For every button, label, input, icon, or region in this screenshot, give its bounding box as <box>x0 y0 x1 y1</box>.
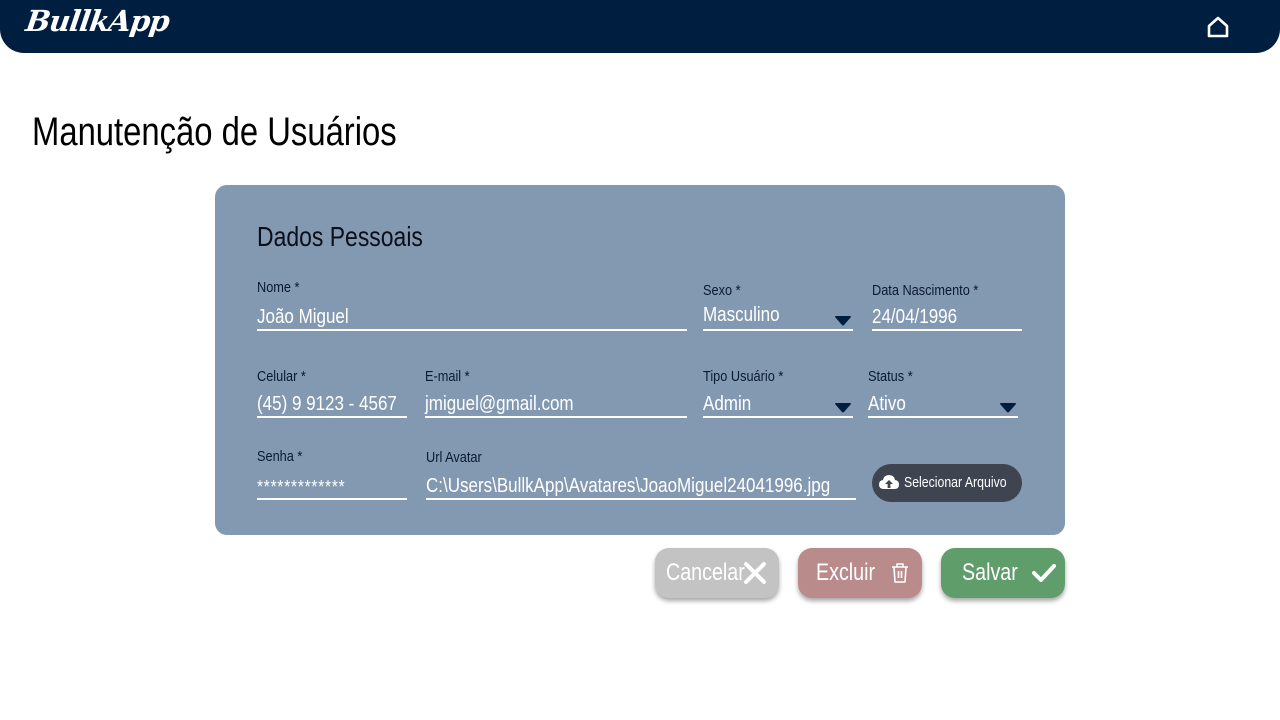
cancel-label: Cancelar <box>666 559 745 586</box>
field-underline <box>703 329 853 331</box>
field-underline <box>703 416 853 418</box>
delete-label: Excluir <box>816 559 876 586</box>
email-input[interactable]: jmiguel@gmail.com <box>425 393 574 416</box>
nome-label: Nome * <box>257 279 300 296</box>
chevron-down-icon[interactable] <box>835 311 851 326</box>
select-file-button[interactable]: Selecionar Arquivo <box>872 464 1022 502</box>
status-label: Status * <box>868 368 913 385</box>
field-underline <box>257 329 687 331</box>
email-label: E-mail * <box>425 368 470 385</box>
status-select[interactable]: Status * Ativo <box>868 368 1018 418</box>
field-underline <box>868 416 1018 418</box>
save-label: Salvar <box>962 559 1018 586</box>
sexo-label: Sexo * <box>703 282 741 299</box>
avatar-url-field[interactable]: Url Avatar C:\Users\BullkApp\Avatares\Jo… <box>426 449 856 500</box>
user-type-label: Tipo Usuário * <box>703 368 784 385</box>
close-icon <box>743 561 767 589</box>
nome-input[interactable]: João Miguel <box>257 306 349 329</box>
home-icon[interactable] <box>1205 14 1231 40</box>
avatar-url-input[interactable]: C:\Users\BullkApp\Avatares\JoaoMiguel240… <box>426 475 830 498</box>
birthdate-field[interactable]: Data Nascimento * 24/04/1996 <box>872 282 1022 331</box>
password-input[interactable]: ************* <box>257 477 345 498</box>
birthdate-input[interactable]: 24/04/1996 <box>872 306 957 329</box>
birthdate-label: Data Nascimento * <box>872 282 979 299</box>
trash-icon <box>890 562 910 588</box>
sexo-select[interactable]: Sexo * Masculino <box>703 282 853 331</box>
section-title: Dados Pessoais <box>257 221 423 252</box>
app-logo[interactable]: BullkApp <box>24 4 172 38</box>
field-underline <box>257 416 407 418</box>
chevron-down-icon[interactable] <box>1000 398 1016 413</box>
top-navbar: BullkApp <box>0 0 1280 53</box>
cancel-button[interactable]: Cancelar <box>655 548 779 598</box>
cloud-upload-icon <box>879 474 899 492</box>
select-file-label: Selecionar Arquivo <box>904 474 1007 491</box>
save-button[interactable]: Salvar <box>941 548 1065 598</box>
field-underline <box>425 416 687 418</box>
email-field[interactable]: E-mail * jmiguel@gmail.com <box>425 368 687 418</box>
celular-input[interactable]: (45) 9 9123 - 4567 <box>257 393 397 416</box>
delete-button[interactable]: Excluir <box>798 548 922 598</box>
personal-data-card: Dados Pessoais Nome * João Miguel Sexo *… <box>215 185 1065 535</box>
check-icon <box>1031 561 1057 589</box>
field-underline <box>872 329 1022 331</box>
password-field[interactable]: Senha * ************* <box>257 448 407 500</box>
nome-field[interactable]: Nome * João Miguel <box>257 279 687 331</box>
field-underline <box>426 498 856 500</box>
avatar-url-label: Url Avatar <box>426 449 482 466</box>
user-type-select[interactable]: Tipo Usuário * Admin <box>703 368 853 418</box>
celular-field[interactable]: Celular * (45) 9 9123 - 4567 <box>257 368 407 418</box>
password-label: Senha * <box>257 448 303 465</box>
page-title: Manutenção de Usuários <box>32 110 397 154</box>
status-value[interactable]: Ativo <box>868 393 906 416</box>
sexo-value[interactable]: Masculino <box>703 304 780 327</box>
chevron-down-icon[interactable] <box>835 398 851 413</box>
field-underline <box>257 498 407 500</box>
celular-label: Celular * <box>257 368 306 385</box>
user-type-value[interactable]: Admin <box>703 393 751 416</box>
